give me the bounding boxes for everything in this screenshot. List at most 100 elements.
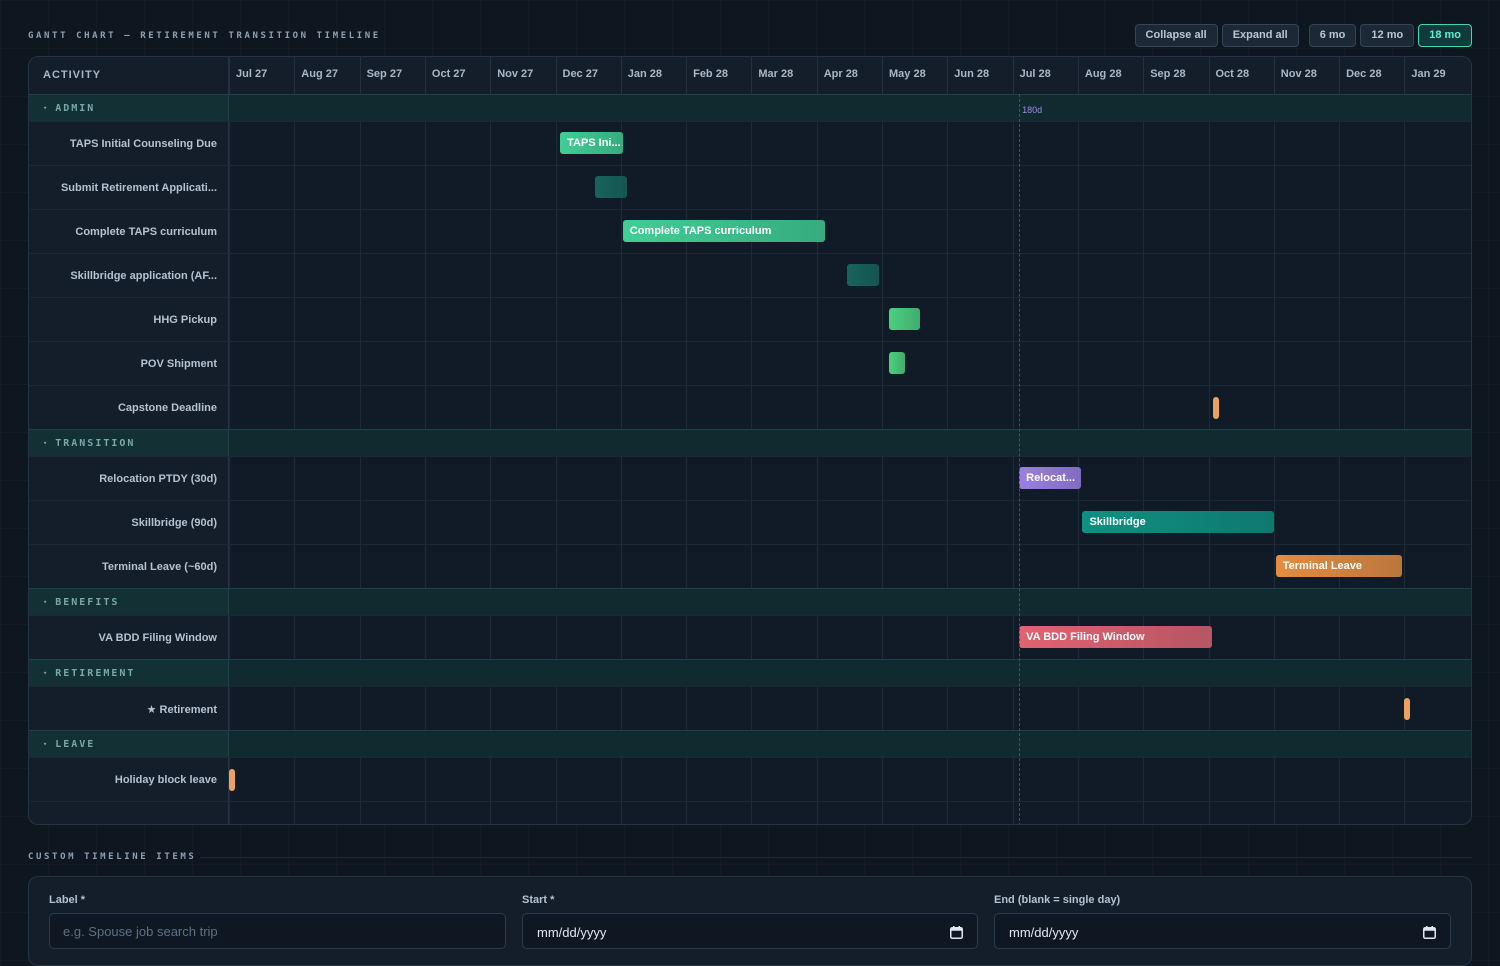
empty-row [29, 801, 1471, 824]
custom-items-title: CUSTOM TIMELINE ITEMS [28, 852, 197, 862]
gantt-bar[interactable]: Complete TAPS curriculum [622, 220, 826, 242]
task-row: Capstone Deadline [29, 385, 1471, 430]
task-row: Skillbridge application (AF... [29, 253, 1471, 298]
gantt-bar[interactable] [888, 308, 920, 330]
toolbar: Collapse all Expand all 6 mo 12 mo 18 mo [1134, 24, 1472, 47]
end-date-value: mm/dd/yyyy [1009, 924, 1079, 940]
task-label: Capstone Deadline [29, 386, 229, 430]
task-row: Relocation PTDY (30d) Relocat... [29, 456, 1471, 501]
task-label: Skillbridge (90d) [29, 501, 229, 545]
end-field-group: End (blank = single day) mm/dd/yyyy [994, 894, 1451, 949]
month-header: Jul 28 [1012, 57, 1078, 94]
activity-column-header: ACTIVITY [29, 57, 229, 94]
task-label: Submit Retirement Applicati... [29, 166, 229, 210]
section-label: LEAVE [55, 739, 96, 750]
month-header: Feb 28 [686, 57, 751, 94]
today-line [1019, 94, 1021, 824]
task-label: Relocation PTDY (30d) [29, 457, 229, 501]
calendar-icon[interactable] [1423, 925, 1436, 939]
month-header: Sep 28 [1143, 57, 1208, 94]
month-header: Aug 28 [1077, 57, 1143, 94]
timeline-header: ACTIVITY Jul 27 Aug 27 Sep 27 Oct 27 Nov 27 D… [29, 57, 1471, 95]
month-header: Sep 27 [359, 57, 425, 94]
empty-label-cell [29, 802, 229, 824]
end-field-label: End (blank = single day) [994, 894, 1121, 906]
section-label: BENEFITS [55, 597, 120, 608]
section-row: ▾ LEAVE [29, 730, 1471, 758]
chevron-down-icon: ▾ [43, 598, 50, 606]
expand-all-button[interactable]: Expand all [1221, 24, 1299, 47]
section-toggle-leave[interactable]: ▾ LEAVE [29, 731, 229, 758]
start-date-value: mm/dd/yyyy [537, 924, 607, 940]
label-field-label: Label * [49, 894, 86, 906]
task-row: VA BDD Filing Window VA BDD Filing Window [29, 615, 1471, 660]
chevron-down-icon: ▾ [43, 740, 50, 748]
section-row: ▾ TRANSITION [29, 429, 1471, 457]
gantt-bar[interactable] [888, 352, 905, 374]
gantt-bar[interactable] [847, 264, 879, 286]
label-field-group: Label * [49, 894, 506, 949]
range-12mo-button[interactable]: 12 mo [1360, 24, 1415, 47]
milestone-marker[interactable] [1213, 397, 1220, 419]
range-18mo-button[interactable]: 18 mo [1418, 24, 1472, 47]
calendar-icon[interactable] [950, 925, 963, 939]
gantt-bar[interactable]: Relocat... [1019, 467, 1082, 489]
month-header: Apr 28 [816, 57, 882, 94]
month-header: Aug 27 [294, 57, 359, 94]
collapse-all-button[interactable]: Collapse all [1134, 24, 1218, 47]
month-header: Dec 28 [1339, 57, 1404, 94]
month-header: May 28 [882, 57, 947, 94]
gantt-bar[interactable]: Skillbridge [1082, 511, 1274, 533]
task-row: ★ Retirement [29, 686, 1471, 731]
month-header: Mar 28 [751, 57, 816, 94]
gantt-bar[interactable]: Terminal Leave [1275, 555, 1402, 577]
month-header: Jun 28 [947, 57, 1012, 94]
task-label: ★ Retirement [29, 687, 229, 731]
section-toggle-benefits[interactable]: ▾ BENEFITS [29, 589, 229, 616]
task-label: Terminal Leave (~60d) [29, 545, 229, 589]
milestone-marker[interactable] [1404, 698, 1411, 720]
section-row: ▾ ADMIN [29, 94, 1471, 122]
timeline-body: ▾ ADMIN 180d TAPS Initial Counseling Due TAP… [29, 94, 1471, 824]
task-row: POV Shipment [29, 341, 1471, 386]
milestone-marker[interactable] [228, 769, 235, 791]
task-row: Holiday block leave [29, 757, 1471, 802]
task-label: HHG Pickup [29, 298, 229, 342]
task-row: Submit Retirement Applicati... [29, 165, 1471, 210]
page-title: GANTT CHART — RETIREMENT TRANSITION TIME… [28, 31, 381, 41]
gantt-chart: ACTIVITY Jul 27 Aug 27 Sep 27 Oct 27 Nov 27 D… [28, 56, 1472, 825]
custom-items-form: Label * Start * mm/dd/yyyy End (blank = … [28, 876, 1472, 966]
section-row: ▾ RETIREMENT [29, 659, 1471, 687]
section-toggle-admin[interactable]: ▾ ADMIN [29, 95, 229, 122]
task-row: HHG Pickup [29, 297, 1471, 342]
start-field-label: Start * [522, 894, 555, 906]
month-header: Nov 27 [490, 57, 555, 94]
chevron-down-icon: ▾ [43, 439, 50, 447]
label-input[interactable] [49, 913, 506, 949]
section-label: TRANSITION [55, 438, 136, 449]
task-row: TAPS Initial Counseling Due TAPS Ini... [29, 121, 1471, 166]
task-label: Holiday block leave [29, 758, 229, 802]
start-field-group: Start * mm/dd/yyyy [522, 894, 978, 949]
start-date-input[interactable]: mm/dd/yyyy [522, 913, 978, 949]
task-label: POV Shipment [29, 342, 229, 386]
task-label: Skillbridge application (AF... [29, 254, 229, 298]
month-header: Oct 28 [1208, 57, 1274, 94]
month-header: Jan 28 [620, 57, 686, 94]
task-label: TAPS Initial Counseling Due [29, 122, 229, 166]
end-date-input[interactable]: mm/dd/yyyy [994, 913, 1451, 949]
section-divider [200, 857, 1472, 858]
chevron-down-icon: ▾ [43, 104, 50, 112]
gantt-bar[interactable] [595, 176, 628, 198]
month-header: Jan 29 [1404, 57, 1469, 94]
chevron-down-icon: ▾ [43, 669, 50, 677]
section-toggle-transition[interactable]: ▾ TRANSITION [29, 430, 229, 457]
gantt-bar[interactable]: TAPS Ini... [560, 132, 623, 154]
task-row: Complete TAPS curriculum Complete TAPS cu… [29, 209, 1471, 254]
gantt-bar[interactable]: VA BDD Filing Window [1019, 626, 1212, 648]
task-label: VA BDD Filing Window [29, 616, 229, 660]
task-label: Complete TAPS curriculum [29, 210, 229, 254]
section-label: RETIREMENT [55, 668, 136, 679]
section-toggle-retirement[interactable]: ▾ RETIREMENT [29, 660, 229, 687]
range-6mo-button[interactable]: 6 mo [1308, 24, 1357, 47]
